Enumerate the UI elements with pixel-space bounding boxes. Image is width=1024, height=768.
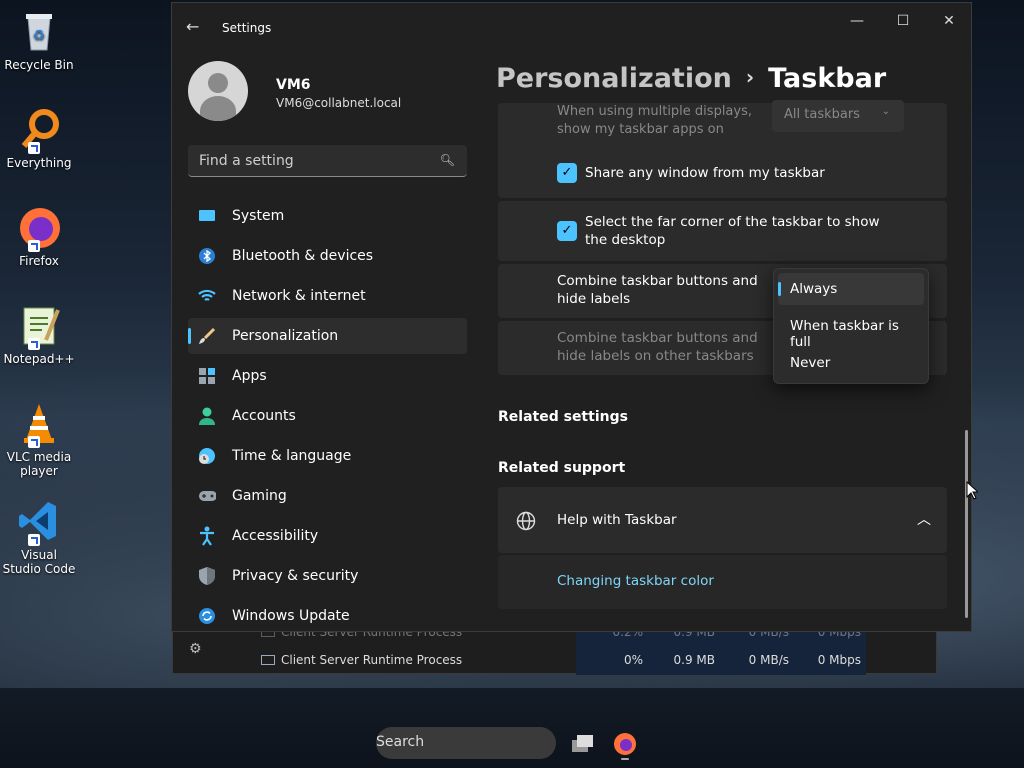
recycle-bin-icon: ♻ xyxy=(16,8,62,54)
breadcrumb-parent[interactable]: Personalization xyxy=(496,63,732,94)
desktop-icon-label: VLC media player xyxy=(6,450,72,478)
setting-label: Share any window from my taskbar xyxy=(585,165,825,181)
window-title: Settings xyxy=(222,21,272,35)
shortcut-arrow-icon xyxy=(28,240,40,252)
help-taskbar-expander[interactable]: Help with Taskbar ︿ xyxy=(498,487,947,553)
wifi-icon xyxy=(198,287,216,305)
desktop-icon-notepadpp[interactable]: Notepad++ xyxy=(2,302,76,366)
setting-label: When using multiple displays, show my ta… xyxy=(557,104,752,137)
chevron-down-icon: ⌄ xyxy=(881,106,890,117)
notepad-plus-plus-icon xyxy=(16,302,62,350)
sidebar-item-system[interactable]: System xyxy=(188,198,467,234)
setting-multi-display: When using multiple displays, show my ta… xyxy=(498,100,947,153)
shortcut-arrow-icon xyxy=(28,534,40,546)
sidebar-nav: System Bluetooth & devices Network & int… xyxy=(188,198,467,631)
taskbar-apps-select[interactable]: All taskbars ⌄ xyxy=(772,100,904,132)
setting-label: Combine taskbar buttons and hide labels … xyxy=(557,330,758,364)
help-link-panel: Changing taskbar color xyxy=(498,555,947,609)
brush-icon xyxy=(198,327,216,345)
shield-icon xyxy=(198,567,216,585)
shortcut-arrow-icon xyxy=(28,338,40,350)
minimize-icon[interactable]: — xyxy=(842,13,872,33)
avatar xyxy=(188,61,248,121)
desktop-icon-recycle-bin[interactable]: ♻ Recycle Bin xyxy=(2,8,76,72)
taskbar-search[interactable]: Search xyxy=(376,727,556,759)
close-icon[interactable]: ✕ xyxy=(934,13,964,33)
desktop-icon-vscode[interactable]: Visual Studio Code xyxy=(2,498,76,576)
person-icon xyxy=(198,407,216,425)
desktop-icon-label: Visual Studio Code xyxy=(2,548,76,576)
monitor-icon xyxy=(198,207,216,225)
search-icon[interactable]: 🔍︎ xyxy=(440,153,455,167)
sidebar-item-accounts[interactable]: Accounts xyxy=(188,398,467,434)
desktop-icon-firefox[interactable]: Firefox xyxy=(2,204,76,268)
firefox-icon xyxy=(16,204,62,252)
globe-icon xyxy=(516,511,536,535)
sidebar-item-network[interactable]: Network & internet xyxy=(188,278,467,314)
shortcut-arrow-icon xyxy=(28,436,40,448)
chevron-up-icon[interactable]: ︿ xyxy=(917,509,931,529)
back-arrow-icon[interactable]: ← xyxy=(186,17,199,36)
related-support-heading: Related support xyxy=(498,460,626,476)
dropdown-option-never[interactable]: Never xyxy=(778,347,924,379)
task-view-icon[interactable] xyxy=(564,727,602,761)
svg-text:♻: ♻ xyxy=(33,28,46,44)
desktop-icon-label: Everything xyxy=(6,156,72,170)
sidebar-item-accessibility[interactable]: Accessibility xyxy=(188,518,467,554)
process-icon xyxy=(261,655,275,665)
breadcrumb: Personalization › Taskbar xyxy=(496,63,886,94)
combine-buttons-dropdown[interactable]: Always When taskbar is full Never xyxy=(773,268,929,384)
changing-taskbar-color-link[interactable]: Changing taskbar color xyxy=(557,572,714,590)
bluetooth-icon xyxy=(198,247,216,265)
dropdown-option-always[interactable]: Always xyxy=(778,273,924,305)
sidebar-item-apps[interactable]: Apps xyxy=(188,358,467,394)
desktop-icon-vlc[interactable]: VLC media player xyxy=(2,400,76,478)
user-name: VM6 xyxy=(276,77,311,93)
sidebar-item-privacy[interactable]: Privacy & security xyxy=(188,558,467,594)
title-bar[interactable]: ← Settings — ☐ ✕ xyxy=(172,3,971,51)
desktop-icon-label: Recycle Bin xyxy=(4,58,74,72)
vlc-cone-icon xyxy=(16,400,62,448)
user-profile[interactable]: VM6 VM6@collabnet.local xyxy=(188,61,401,121)
apps-icon xyxy=(198,367,216,385)
related-settings-heading: Related settings xyxy=(498,409,628,425)
globe-clock-icon xyxy=(198,447,216,465)
breadcrumb-separator: › xyxy=(745,65,755,89)
sidebar-item-windows-update[interactable]: Windows Update xyxy=(188,598,467,631)
user-email: VM6@collabnet.local xyxy=(276,96,402,110)
setting-share-window[interactable]: ✓ Share any window from my taskbar xyxy=(498,148,947,198)
sidebar-item-personalization[interactable]: Personalization xyxy=(188,318,467,354)
desktop-icon-everything[interactable]: Everything xyxy=(2,106,76,170)
help-label: Help with Taskbar xyxy=(557,512,677,528)
desktop-icon-label: Firefox xyxy=(19,254,59,268)
search-placeholder: Find a setting xyxy=(199,153,294,169)
maximize-icon[interactable]: ☐ xyxy=(888,13,918,33)
setting-far-corner[interactable]: ✓ Select the far corner of the taskbar t… xyxy=(498,201,947,261)
sidebar-item-gaming[interactable]: Gaming xyxy=(188,478,467,514)
content-scrollbar[interactable] xyxy=(965,430,968,618)
vscode-icon xyxy=(16,498,62,546)
search-input[interactable]: Find a setting 🔍︎ xyxy=(188,145,467,177)
dropdown-option-when-full[interactable]: When taskbar is full xyxy=(778,310,924,350)
sidebar-item-time-language[interactable]: Time & language xyxy=(188,438,467,474)
mouse-cursor-icon xyxy=(966,481,978,500)
everything-search-icon xyxy=(16,106,62,154)
shortcut-arrow-icon xyxy=(28,142,40,154)
share-window-checkbox[interactable]: ✓ xyxy=(557,163,577,183)
firefox-taskbar-icon[interactable] xyxy=(606,727,644,761)
setting-label: Combine taskbar buttons and hide labels xyxy=(557,273,758,307)
table-row[interactable]: Client Server Runtime Process 0% 0.9 MB … xyxy=(173,647,936,673)
sidebar-item-bluetooth[interactable]: Bluetooth & devices xyxy=(188,238,467,274)
gamepad-icon xyxy=(198,487,216,505)
update-icon xyxy=(198,607,216,625)
desktop-icon-label: Notepad++ xyxy=(3,352,75,366)
far-corner-checkbox[interactable]: ✓ xyxy=(557,221,577,241)
page-title: Taskbar xyxy=(768,63,887,94)
setting-label: Select the far corner of the taskbar to … xyxy=(585,214,880,248)
accessibility-icon xyxy=(198,526,216,546)
